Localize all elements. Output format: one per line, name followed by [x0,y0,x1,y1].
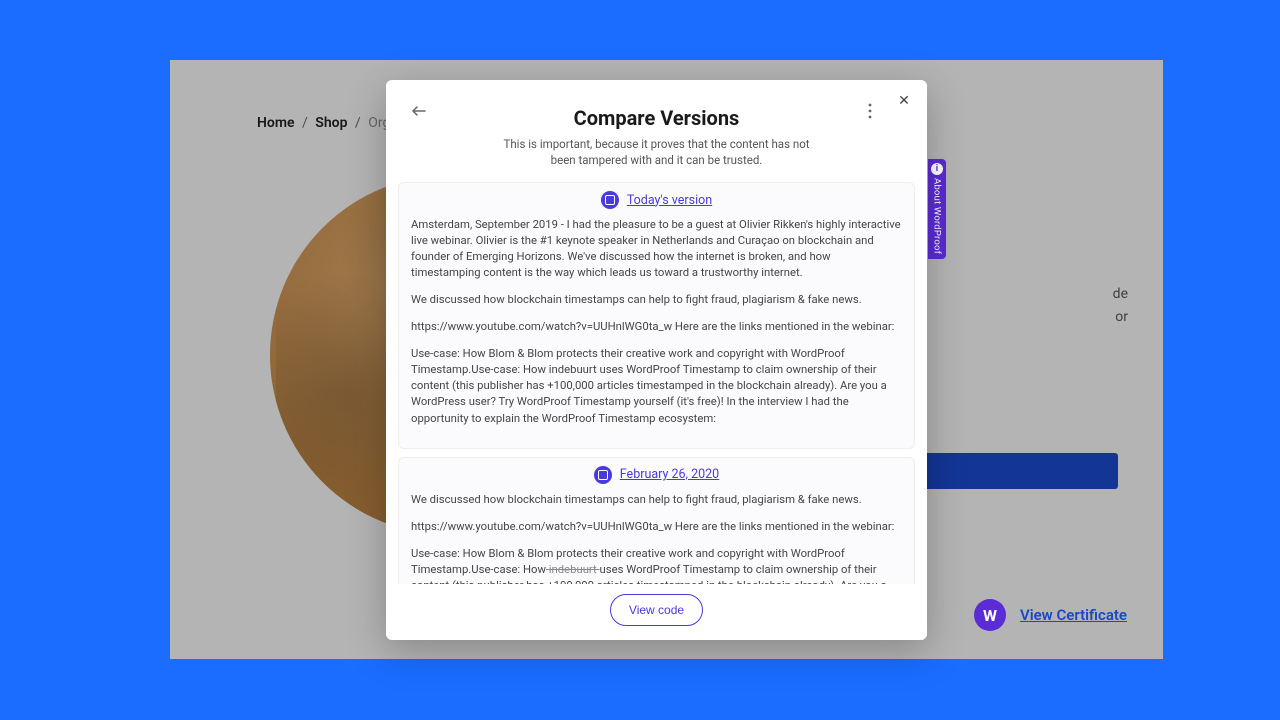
version-past-label[interactable]: February 26, 2020 [620,467,719,482]
compare-versions-modal: ✕ Compare Versions This is important, be… [386,80,927,640]
wordproof-badge-icon: W [974,599,1006,631]
close-icon: ✕ [898,93,910,109]
content-paragraph-diff: Use-case: How Blom & Blom protects their… [411,546,902,584]
about-tab-label: About WordProof [932,178,943,254]
back-button[interactable] [408,100,430,122]
info-icon: i [931,163,943,175]
modal-body: Today's version Amsterdam, September 201… [386,182,927,584]
version-today-header[interactable]: Today's version [399,189,914,215]
more-options-button[interactable] [859,100,881,122]
view-code-button[interactable]: View code [610,594,703,626]
timestamp-icon [601,191,619,209]
arrow-left-icon [412,105,426,117]
view-certificate-link[interactable]: View Certificate [1020,606,1127,624]
modal-subtitle: This is important, because it proves tha… [497,136,817,168]
about-wordproof-tab[interactable]: i About WordProof [928,159,946,259]
content-paragraph: Use-case: How Blom & Blom protects their… [411,346,902,426]
content-paragraph: We discussed how blockchain timestamps c… [411,292,902,308]
close-button[interactable]: ✕ [893,90,915,112]
content-paragraph: https://www.youtube.com/watch?v=UUHnlWG0… [411,319,902,335]
version-today-content: Amsterdam, September 2019 - I had the pl… [399,215,914,426]
version-past-content: We discussed how blockchain timestamps c… [399,490,914,584]
content-paragraph: We discussed how blockchain timestamps c… [411,492,902,508]
view-certificate[interactable]: W View Certificate [974,599,1127,631]
removed-text: indebuurt [546,563,600,576]
content-paragraph: https://www.youtube.com/watch?v=UUHnlWG0… [411,519,902,535]
modal-header: ✕ Compare Versions This is important, be… [386,80,927,182]
version-past: February 26, 2020 We discussed how block… [398,457,915,584]
modal-title: Compare Versions [398,106,915,130]
version-today-label[interactable]: Today's version [627,193,712,208]
timestamp-icon [594,466,612,484]
content-paragraph: Amsterdam, September 2019 - I had the pl… [411,217,902,281]
version-today: Today's version Amsterdam, September 201… [398,182,915,448]
kebab-icon [868,103,872,119]
version-past-header[interactable]: February 26, 2020 [399,464,914,490]
modal-footer: View code [386,584,927,640]
